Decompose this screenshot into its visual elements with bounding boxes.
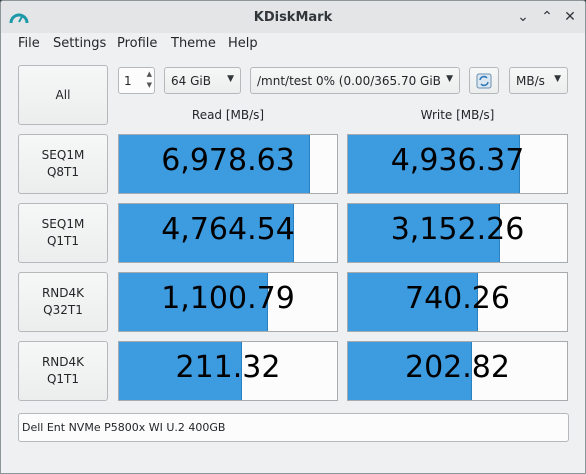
- write-result: 740.26: [347, 272, 568, 332]
- test-button[interactable]: SEQ1M Q1T1: [18, 203, 108, 263]
- close-icon: ✕: [564, 9, 576, 25]
- write-value: 202.82: [405, 350, 510, 385]
- close-button[interactable]: ✕: [562, 9, 578, 25]
- write-result: 3,152.26: [347, 203, 568, 263]
- menu-theme[interactable]: Theme: [171, 36, 216, 51]
- write-header: Write [MB/s]: [420, 108, 495, 122]
- chevron-down-icon: ⌄: [517, 9, 529, 25]
- device-info-field[interactable]: Dell Ent NVMe P5800x WI U.2 400GB: [18, 413, 569, 442]
- test-label: SEQ1M Q1T1: [41, 217, 85, 248]
- read-value: 1,100.79: [161, 281, 295, 316]
- read-result: 4,764.54: [118, 203, 338, 263]
- read-value: 211.32: [175, 350, 281, 385]
- read-header: Read [MB/s]: [191, 108, 265, 122]
- target-select[interactable]: /mnt/test 0% (0.00/365.70 GiB ▼: [250, 67, 460, 94]
- dropdown-arrow-icon: ▼: [446, 74, 453, 84]
- test-button[interactable]: RND4K Q32T1: [18, 272, 108, 332]
- write-value: 4,936.37: [390, 143, 525, 178]
- title-bar: KDiskMark ⌄ ⌃ ✕: [1, 1, 585, 34]
- read-value: 4,764.54: [161, 212, 295, 247]
- menu-profile[interactable]: Profile: [117, 36, 157, 51]
- size-value: 64 GiB: [171, 74, 211, 88]
- run-all-button[interactable]: All: [18, 65, 108, 125]
- read-result: 211.32: [118, 341, 338, 401]
- refresh-icon: [476, 73, 492, 88]
- spin-arrows-icon[interactable]: ▲ ▼: [147, 69, 152, 91]
- test-label: RND4K Q32T1: [41, 286, 85, 317]
- test-label: SEQ1M Q8T1: [41, 148, 85, 179]
- loops-spinbox[interactable]: 1 ▲ ▼: [118, 67, 155, 94]
- kdiskmark-window: KDiskMark ⌄ ⌃ ✕ File Settings Profile Th…: [0, 0, 586, 474]
- read-value: 6,978.63: [161, 143, 295, 178]
- dropdown-arrow-icon: ▼: [554, 74, 561, 84]
- write-value: 3,152.26: [390, 212, 525, 247]
- write-result: 4,936.37: [347, 134, 568, 194]
- window-title: KDiskMark: [253, 10, 333, 25]
- size-select[interactable]: 64 GiB ▼: [164, 67, 241, 94]
- device-name: Dell Ent NVMe P5800x WI U.2 400GB: [22, 421, 226, 434]
- target-value: /mnt/test 0% (0.00/365.70 GiB: [257, 74, 441, 88]
- chevron-up-icon: ⌃: [541, 9, 553, 25]
- menu-file[interactable]: File: [18, 36, 40, 51]
- menu-help[interactable]: Help: [228, 36, 258, 51]
- test-button[interactable]: RND4K Q1T1: [18, 341, 108, 401]
- unit-select[interactable]: MB/s ▼: [509, 67, 568, 94]
- run-all-label: All: [55, 87, 71, 102]
- read-result: 6,978.63: [118, 134, 338, 194]
- menu-settings[interactable]: Settings: [53, 36, 106, 51]
- test-label: RND4K Q1T1: [41, 355, 85, 386]
- test-button[interactable]: SEQ1M Q8T1: [18, 134, 108, 194]
- write-value: 740.26: [405, 281, 510, 316]
- dropdown-arrow-icon: ▼: [227, 74, 234, 84]
- refresh-button[interactable]: [469, 67, 499, 94]
- menu-bar: File Settings Profile Theme Help: [1, 33, 585, 55]
- read-result: 1,100.79: [118, 272, 338, 332]
- write-result: 202.82: [347, 341, 568, 401]
- maximize-button[interactable]: ⌃: [539, 9, 555, 25]
- unit-value: MB/s: [516, 74, 545, 88]
- loops-value: 1: [124, 73, 132, 88]
- minimize-button[interactable]: ⌄: [515, 9, 531, 25]
